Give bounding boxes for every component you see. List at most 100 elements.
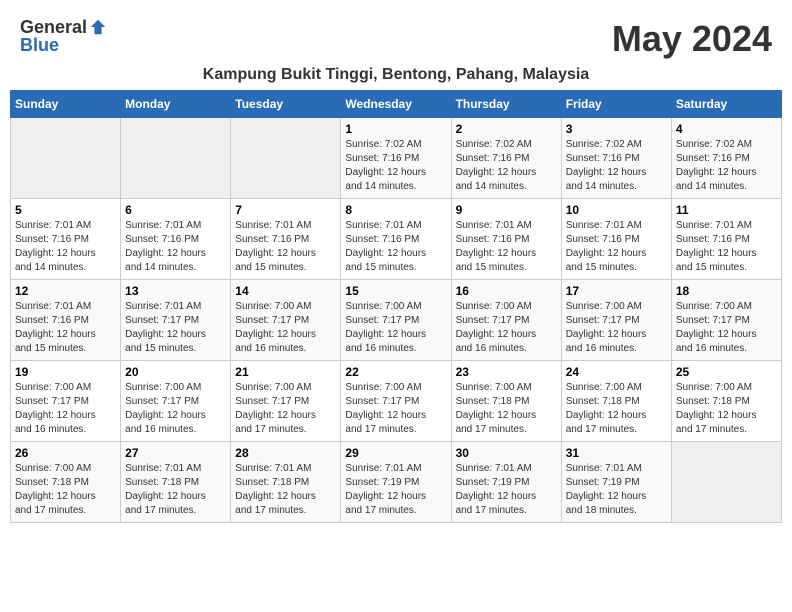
location-title: Kampung Bukit Tinggi, Bentong, Pahang, M… (10, 64, 782, 90)
calendar-day-cell (671, 442, 781, 523)
day-number: 3 (566, 122, 667, 136)
weekday-header-cell: Monday (121, 91, 231, 118)
day-number: 21 (235, 365, 336, 379)
day-info: Sunrise: 7:00 AMSunset: 7:18 PMDaylight:… (676, 381, 777, 437)
calendar-day-cell (11, 118, 121, 199)
day-number: 28 (235, 446, 336, 460)
day-info: Sunrise: 7:01 AMSunset: 7:16 PMDaylight:… (15, 219, 116, 275)
day-number: 22 (345, 365, 446, 379)
calendar-day-cell: 15Sunrise: 7:00 AMSunset: 7:17 PMDayligh… (341, 280, 451, 361)
day-info: Sunrise: 7:01 AMSunset: 7:16 PMDaylight:… (566, 219, 667, 275)
day-number: 13 (125, 284, 226, 298)
logo-general-text: General (20, 18, 87, 36)
day-number: 4 (676, 122, 777, 136)
day-info: Sunrise: 7:00 AMSunset: 7:17 PMDaylight:… (235, 300, 336, 356)
calendar-week-row: 5 Sunrise: 7:01 AMSunset: 7:16 PMDaylight… (11, 199, 782, 280)
calendar-day-cell: 25 Sunrise: 7:00 AMSunset: 7:18 PMDayligh… (671, 361, 781, 442)
calendar-day-cell: 4 Sunrise: 7:02 AMSunset: 7:16 PMDaylight… (671, 118, 781, 199)
day-number: 27 (125, 446, 226, 460)
calendar-day-cell: 5 Sunrise: 7:01 AMSunset: 7:16 PMDaylight… (11, 199, 121, 280)
day-info: Sunrise: 7:00 AMSunset: 7:17 PMDaylight:… (676, 300, 777, 356)
calendar-day-cell: 14 Sunrise: 7:00 AMSunset: 7:17 PMDayligh… (231, 280, 341, 361)
day-info: Sunrise: 7:01 AMSunset: 7:16 PMDaylight:… (235, 219, 336, 275)
day-number: 25 (676, 365, 777, 379)
weekday-header-cell: Friday (561, 91, 671, 118)
day-info: Sunrise: 7:02 AMSunset: 7:16 PMDaylight:… (345, 138, 446, 194)
calendar-day-cell: 10 Sunrise: 7:01 AMSunset: 7:16 PMDayligh… (561, 199, 671, 280)
day-number: 24 (566, 365, 667, 379)
logo-blue-text: Blue (20, 36, 59, 54)
day-info: Sunrise: 7:02 AMSunset: 7:16 PMDaylight:… (676, 138, 777, 194)
day-number: 6 (125, 203, 226, 217)
calendar-day-cell: 21 Sunrise: 7:00 AMSunset: 7:17 PMDayligh… (231, 361, 341, 442)
day-info: Sunrise: 7:01 AMSunset: 7:19 PMDaylight:… (566, 462, 667, 518)
day-info: Sunrise: 7:01 AMSunset: 7:19 PMDaylight:… (345, 462, 446, 518)
logo: General Blue (20, 18, 107, 54)
weekday-header-row: SundayMondayTuesdayWednesdayThursdayFrid… (11, 91, 782, 118)
day-info: Sunrise: 7:02 AMSunset: 7:16 PMDaylight:… (456, 138, 557, 194)
day-number: 7 (235, 203, 336, 217)
day-number: 29 (345, 446, 446, 460)
calendar-day-cell: 23 Sunrise: 7:00 AMSunset: 7:18 PMDayligh… (451, 361, 561, 442)
calendar-day-cell: 16 Sunrise: 7:00 AMSunset: 7:17 PMDayligh… (451, 280, 561, 361)
day-number: 1 (345, 122, 446, 136)
day-info: Sunrise: 7:00 AMSunset: 7:17 PMDaylight:… (456, 300, 557, 356)
day-number: 14 (235, 284, 336, 298)
calendar-day-cell: 7 Sunrise: 7:01 AMSunset: 7:16 PMDaylight… (231, 199, 341, 280)
day-info: Sunrise: 7:00 AMSunset: 7:17 PMDaylight:… (235, 381, 336, 437)
day-number: 30 (456, 446, 557, 460)
day-info: Sunrise: 7:00 AMSunset: 7:18 PMDaylight:… (566, 381, 667, 437)
calendar-day-cell (231, 118, 341, 199)
day-number: 26 (15, 446, 116, 460)
day-number: 23 (456, 365, 557, 379)
calendar-day-cell: 22Sunrise: 7:00 AMSunset: 7:17 PMDayligh… (341, 361, 451, 442)
calendar-week-row: 19 Sunrise: 7:00 AMSunset: 7:17 PMDayligh… (11, 361, 782, 442)
day-number: 9 (456, 203, 557, 217)
day-number: 16 (456, 284, 557, 298)
calendar-day-cell: 24 Sunrise: 7:00 AMSunset: 7:18 PMDayligh… (561, 361, 671, 442)
day-number: 8 (345, 203, 446, 217)
day-info: Sunrise: 7:00 AMSunset: 7:17 PMDaylight:… (345, 300, 446, 356)
day-number: 10 (566, 203, 667, 217)
day-number: 31 (566, 446, 667, 460)
calendar-body: 1 Sunrise: 7:02 AMSunset: 7:16 PMDaylight… (11, 118, 782, 523)
day-info: Sunrise: 7:01 AMSunset: 7:18 PMDaylight:… (125, 462, 226, 518)
day-info: Sunrise: 7:00 AMSunset: 7:18 PMDaylight:… (456, 381, 557, 437)
day-info: Sunrise: 7:01 AMSunset: 7:16 PMDaylight:… (676, 219, 777, 275)
calendar-day-cell: 18 Sunrise: 7:00 AMSunset: 7:17 PMDayligh… (671, 280, 781, 361)
calendar-day-cell: 9 Sunrise: 7:01 AMSunset: 7:16 PMDaylight… (451, 199, 561, 280)
logo-icon (89, 18, 107, 36)
day-number: 5 (15, 203, 116, 217)
calendar-day-cell: 1 Sunrise: 7:02 AMSunset: 7:16 PMDaylight… (341, 118, 451, 199)
calendar-day-cell: 30 Sunrise: 7:01 AMSunset: 7:19 PMDayligh… (451, 442, 561, 523)
weekday-header-cell: Wednesday (341, 91, 451, 118)
day-number: 18 (676, 284, 777, 298)
day-number: 17 (566, 284, 667, 298)
day-info: Sunrise: 7:01 AMSunset: 7:16 PMDaylight:… (345, 219, 446, 275)
day-info: Sunrise: 7:00 AMSunset: 7:18 PMDaylight:… (15, 462, 116, 518)
calendar-day-cell: 8 Sunrise: 7:01 AMSunset: 7:16 PMDaylight… (341, 199, 451, 280)
calendar-day-cell: 2 Sunrise: 7:02 AMSunset: 7:16 PMDaylight… (451, 118, 561, 199)
calendar-week-row: 12Sunrise: 7:01 AMSunset: 7:16 PMDayligh… (11, 280, 782, 361)
calendar-day-cell: 31 Sunrise: 7:01 AMSunset: 7:19 PMDayligh… (561, 442, 671, 523)
day-info: Sunrise: 7:02 AMSunset: 7:16 PMDaylight:… (566, 138, 667, 194)
day-info: Sunrise: 7:01 AMSunset: 7:16 PMDaylight:… (125, 219, 226, 275)
calendar-day-cell: 28 Sunrise: 7:01 AMSunset: 7:18 PMDayligh… (231, 442, 341, 523)
calendar-table: SundayMondayTuesdayWednesdayThursdayFrid… (10, 90, 782, 523)
day-info: Sunrise: 7:01 AMSunset: 7:17 PMDaylight:… (125, 300, 226, 356)
calendar-day-cell: 3 Sunrise: 7:02 AMSunset: 7:16 PMDaylight… (561, 118, 671, 199)
day-info: Sunrise: 7:01 AMSunset: 7:16 PMDaylight:… (456, 219, 557, 275)
day-number: 2 (456, 122, 557, 136)
month-year-title: May 2024 (612, 18, 772, 60)
calendar-week-row: 26 Sunrise: 7:00 AMSunset: 7:18 PMDayligh… (11, 442, 782, 523)
calendar-day-cell: 6 Sunrise: 7:01 AMSunset: 7:16 PMDaylight… (121, 199, 231, 280)
weekday-header-cell: Tuesday (231, 91, 341, 118)
calendar-day-cell (121, 118, 231, 199)
day-info: Sunrise: 7:01 AMSunset: 7:18 PMDaylight:… (235, 462, 336, 518)
day-info: Sunrise: 7:01 AMSunset: 7:19 PMDaylight:… (456, 462, 557, 518)
day-info: Sunrise: 7:01 AMSunset: 7:16 PMDaylight:… (15, 300, 116, 356)
weekday-header-cell: Saturday (671, 91, 781, 118)
day-number: 19 (15, 365, 116, 379)
calendar-day-cell: 13 Sunrise: 7:01 AMSunset: 7:17 PMDayligh… (121, 280, 231, 361)
calendar-day-cell: 26 Sunrise: 7:00 AMSunset: 7:18 PMDayligh… (11, 442, 121, 523)
